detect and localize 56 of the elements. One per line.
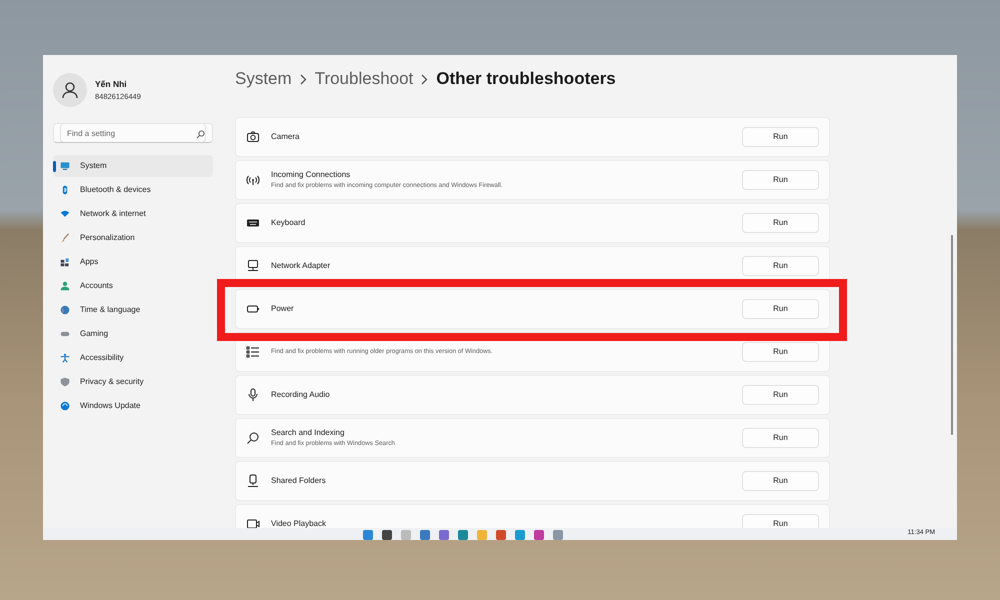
avatar-circle (53, 73, 87, 107)
wifi-icon (60, 209, 70, 219)
troubleshooter-title: Search and Indexing (271, 427, 346, 440)
video-icon (246, 517, 260, 528)
run-button[interactable]: Run (742, 213, 819, 233)
troubleshooter-title: Power (271, 303, 294, 315)
bluetooth-icon (60, 185, 70, 195)
run-button[interactable]: Run (742, 428, 819, 448)
search-field[interactable]: Find a setting (60, 123, 206, 143)
run-button[interactable]: Run (742, 127, 819, 147)
shield-icon (60, 377, 70, 387)
troubleshooter-title: Incoming Connections (271, 169, 352, 182)
run-button[interactable]: Run (742, 299, 819, 319)
run-button[interactable]: Run (742, 256, 819, 276)
brush-icon (60, 233, 70, 243)
sidebar-item[interactable]: System (53, 155, 213, 177)
person-icon (60, 281, 70, 291)
run-button[interactable]: Run (742, 514, 819, 528)
chevron-icon (421, 74, 428, 84)
computer-icon (246, 259, 260, 273)
breadcrumb-item[interactable]: System (235, 66, 292, 92)
troubleshooter-title: Keyboard (271, 217, 306, 229)
globe-icon (60, 305, 70, 315)
scrollbar[interactable] (951, 235, 953, 435)
troubleshooter-title: Network Adapter (271, 260, 330, 272)
sidebar-item[interactable]: Accounts (53, 275, 213, 297)
sidebar-item[interactable]: Apps (53, 251, 213, 273)
apps-icon (60, 257, 70, 267)
sidebar-item[interactable]: Bluetooth & devices (53, 179, 213, 201)
chevron-icon (300, 74, 307, 84)
breadcrumb-item[interactable]: Troubleshoot (314, 66, 414, 92)
update-icon (60, 401, 70, 411)
troubleshooter-title: Video Playback (271, 518, 326, 528)
sidebar-item[interactable]: Network & internet (53, 203, 213, 225)
list-icon (246, 345, 260, 359)
breadcrumb-item: Other troubleshooters (436, 68, 616, 90)
sidebar-item[interactable]: Gaming (53, 323, 213, 345)
user-name: Yến Nhi (95, 78, 128, 91)
sidebar-item[interactable]: Time & language (53, 299, 213, 321)
run-button[interactable]: Run (742, 342, 819, 362)
troubleshooter-title: Camera (271, 131, 300, 143)
troubleshooter-title: Shared Folders (271, 475, 326, 487)
microphone-icon (246, 388, 260, 402)
run-button[interactable]: Run (742, 170, 819, 190)
accessibility-icon (60, 353, 70, 363)
sidebar-item[interactable]: Accessibility (53, 347, 213, 369)
run-button[interactable]: Run (742, 385, 819, 405)
camera-icon (246, 130, 260, 144)
sidebar-item[interactable]: Privacy & security (53, 371, 213, 393)
antenna-icon (246, 173, 260, 187)
sidebar-item[interactable]: Windows Update (53, 395, 213, 417)
run-button[interactable]: Run (742, 471, 819, 491)
gamepad-icon (60, 329, 70, 339)
sidebar-item[interactable]: Personalization (53, 227, 213, 249)
troubleshooter-title: Recording Audio (271, 389, 330, 401)
monitor-icon (60, 161, 70, 171)
